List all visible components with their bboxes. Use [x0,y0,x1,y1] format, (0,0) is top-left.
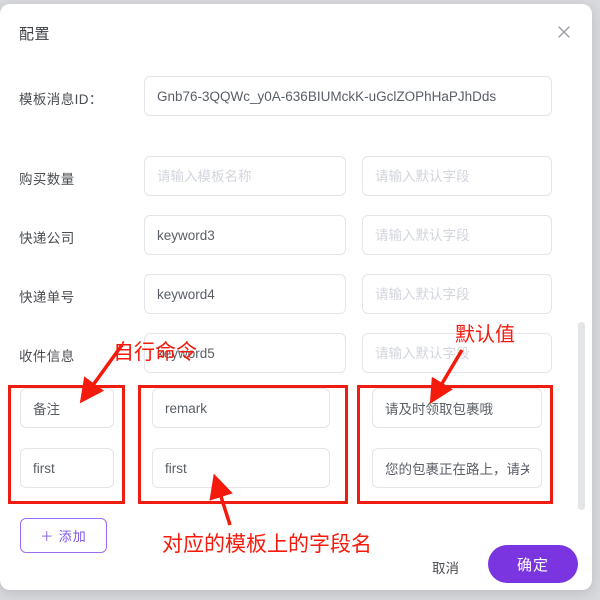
default-value-input[interactable] [362,274,552,314]
row-express-number: 快递单号 [0,274,592,318]
row-label: 快递公司 [19,231,75,246]
keyword-input[interactable] [144,215,346,255]
template-id-input[interactable] [144,76,552,116]
custom-keyword-input[interactable] [152,388,330,428]
custom-default-input[interactable] [372,388,542,428]
default-value-input[interactable] [362,156,552,196]
page-title: 配置 [19,26,51,43]
dialog-header: 配置 [0,4,592,62]
row-label: 购买数量 [19,172,75,187]
custom-keyword-input[interactable] [152,448,330,488]
custom-name-input[interactable] [20,448,114,488]
row-recipient-info: 收件信息 [0,333,592,377]
custom-name-input[interactable] [20,388,114,428]
custom-row [0,448,592,496]
custom-default-input[interactable] [372,448,542,488]
vertical-scrollbar[interactable] [578,322,585,510]
default-value-input[interactable] [362,333,552,373]
cancel-button[interactable]: 取消 [432,557,459,577]
confirm-button[interactable]: 确定 [488,545,578,583]
custom-row [0,388,592,436]
row-label: 快递单号 [19,290,75,305]
close-icon[interactable] [550,18,578,46]
row-express-company: 快递公司 [0,215,592,259]
add-button[interactable]: ＋ 添加 [20,518,107,553]
keyword-input[interactable] [144,274,346,314]
template-id-label: 模板消息ID： [19,92,103,107]
row-label: 收件信息 [19,349,75,364]
row-template-id: 模板消息ID： [0,76,592,120]
keyword-input[interactable] [144,333,346,373]
row-purchase-quantity: 购买数量 [0,156,592,200]
config-dialog: 配置 模板消息ID： 购买数量 快递公司 快递单号 收件信息 [0,4,592,590]
keyword-input[interactable] [144,156,346,196]
default-value-input[interactable] [362,215,552,255]
